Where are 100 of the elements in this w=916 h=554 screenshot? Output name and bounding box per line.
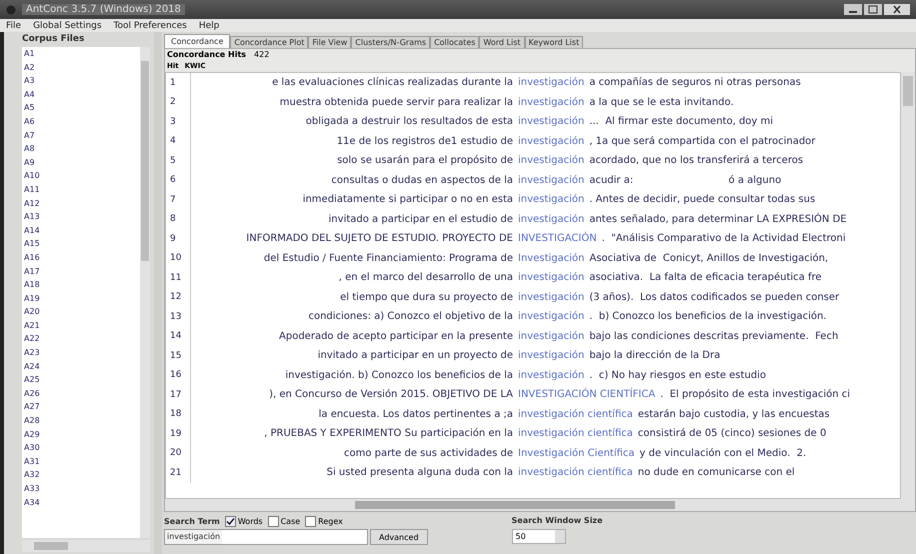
corpus-entry[interactable]: A2 [24, 60, 140, 74]
left-context: inmediatamente si participar o no en esta [302, 194, 513, 206]
left-context: solo se usarán para el propósito de [336, 155, 513, 166]
left-context: Apoderado de acepto participar en la presente [278, 330, 513, 342]
corpus-entry[interactable]: A20 [24, 305, 140, 319]
corpus-entry[interactable]: A7 [24, 128, 140, 142]
hit-number: 7 [166, 190, 191, 210]
corpus-entry[interactable]: A28 [24, 414, 140, 428]
corpus-entry[interactable]: A3 [24, 74, 140, 88]
checkbox[interactable] [268, 516, 279, 527]
hit-number: 1 [166, 73, 191, 92]
scrollbar[interactable] [165, 499, 915, 511]
hit-number: 21 [166, 463, 191, 482]
left-context: e las evaluaciones clínicas realizadas durante la [271, 77, 513, 88]
corpus-entry[interactable]: A29 [24, 428, 140, 442]
right-context: acudir a: ó a alguno [589, 174, 782, 186]
keyword-hit: investigación [518, 350, 584, 362]
menu-item[interactable]: Tool Preferences [114, 20, 187, 30]
hit-number: 17 [166, 385, 191, 404]
scrollbar[interactable] [22, 540, 150, 552]
corpus-entry[interactable]: A9 [24, 156, 140, 170]
search-term-label: Search Term [164, 517, 220, 526]
corpus-entry[interactable]: A18 [24, 278, 140, 292]
corpus-entry[interactable]: A30 [24, 441, 140, 455]
menu-item[interactable]: File [6, 20, 22, 30]
corpus-entry[interactable]: A8 [24, 142, 140, 156]
corpus-entry[interactable]: A19 [24, 292, 140, 306]
corpus-entry[interactable]: A16 [24, 250, 140, 264]
close-icon[interactable] [884, 4, 910, 15]
tab[interactable]: Concordance [164, 34, 230, 48]
checkbox[interactable] [224, 516, 236, 527]
hit-number: 13 [166, 307, 191, 326]
right-context: (3 años). Los datos codificados se pueden conser [589, 292, 840, 303]
menu-item[interactable]: Help [198, 20, 220, 30]
corpus-entry[interactable]: A13 [24, 210, 140, 224]
window-size-spinner[interactable]: 50 [512, 529, 566, 544]
tab[interactable]: Concordance Plot [230, 36, 308, 48]
left-context: invitado a participar en un proyecto de [316, 350, 513, 362]
corpus-entry[interactable]: A10 [24, 169, 140, 183]
tab[interactable]: Collocates [430, 36, 480, 48]
right-context: consistirá de 05 (cinco) sesiones de 0 [638, 428, 826, 440]
left-context: invitado a participar en el estudio de [328, 214, 513, 225]
corpus-entry[interactable]: A33 [24, 482, 140, 496]
corpus-entry[interactable]: A22 [24, 332, 140, 346]
search-field[interactable]: investigación [164, 529, 368, 545]
maximize-icon[interactable] [864, 4, 882, 15]
right-context: y de vinculación con el Medio. 2. [640, 448, 806, 459]
corpus-entry[interactable]: A14 [24, 224, 140, 238]
minimize-icon[interactable] [844, 4, 862, 15]
hit-number: 11 [166, 268, 191, 288]
corpus-entry[interactable]: A12 [24, 196, 140, 210]
corpus-entry[interactable]: A4 [24, 88, 140, 102]
right-context: antes señalado, para determinar LA EXPRESIÓN DE [589, 214, 847, 225]
corpus-entry[interactable]: A15 [24, 237, 140, 251]
keyword-hit: investigación científica [518, 467, 633, 478]
checkbox-label: Regex [318, 517, 343, 526]
right-context: . c) No hay riesgos en este estudio [589, 370, 766, 381]
scrollbar[interactable] [140, 47, 150, 538]
corpus-entry[interactable]: A27 [24, 400, 140, 414]
corpus-entry[interactable]: A32 [24, 468, 140, 482]
corpus-entry[interactable]: A25 [24, 373, 140, 387]
checkbox-label: Case [280, 517, 300, 526]
left-context: como parte de sus actividades de [343, 448, 513, 459]
right-context: . "Análisis Comparativo de la Actividad Electroni [602, 233, 846, 244]
hit-number: 2 [166, 92, 191, 112]
scrollbar[interactable] [901, 72, 915, 499]
hit-number: 15 [166, 346, 191, 366]
right-context: estarán bajo custodia, y las encuestas [638, 408, 830, 420]
keyword-hit: investigación científica [518, 408, 633, 420]
corpus-entry[interactable]: A24 [24, 360, 140, 374]
corpus-entry[interactable]: A11 [24, 182, 140, 197]
tab[interactable]: Word List [479, 36, 525, 48]
hit-number: 18 [166, 404, 191, 424]
right-context: bajo la dirección de la Dra [589, 350, 720, 362]
corpus-entry[interactable]: A21 [24, 318, 140, 332]
hit-number: 8 [166, 210, 191, 229]
hit-number: 5 [166, 151, 191, 170]
corpus-entry[interactable]: A23 [24, 346, 140, 360]
corpus-entry[interactable]: A26 [24, 386, 140, 400]
advanced-button[interactable]: Advanced [370, 529, 428, 545]
keyword-hit: Investigación Científica [518, 448, 635, 459]
corpus-entry[interactable]: A5 [24, 101, 140, 115]
checkbox[interactable] [305, 516, 316, 527]
corpus-entry[interactable]: A31 [24, 454, 140, 468]
menu-item[interactable]: Global Settings [33, 20, 102, 30]
corpus-entry[interactable]: A17 [24, 264, 140, 278]
left-context: la encuesta. Los datos pertinentes a ;a [318, 408, 513, 420]
keyword-hit: investigación [518, 155, 584, 166]
tab[interactable]: File View [308, 36, 352, 48]
hit-number: 14 [166, 326, 191, 346]
tab[interactable]: Keyword List [524, 36, 584, 48]
checkbox-label: Words [238, 517, 263, 526]
corpus-entry[interactable]: A1 [24, 47, 140, 61]
right-context: a la que se le esta invitando. [589, 96, 734, 108]
corpus-entry[interactable]: A34 [24, 496, 140, 510]
keyword-hit: investigación [518, 214, 584, 225]
left-context: INFORMADO DEL SUJETO DE ESTUDIO. PROYECTO DE [245, 233, 513, 244]
corpus-entry[interactable]: A6 [24, 114, 140, 129]
keyword-hit: investigación [518, 292, 584, 303]
tab[interactable]: Clusters/N-Grams [351, 36, 430, 48]
